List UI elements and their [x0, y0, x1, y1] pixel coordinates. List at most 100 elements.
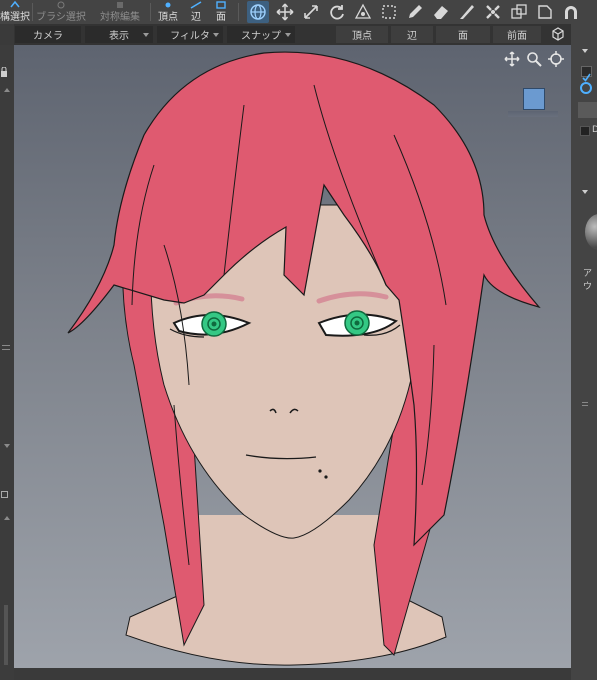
toolbar-separator — [150, 3, 151, 21]
view-cube-base — [508, 111, 558, 117]
collapse-triangle-icon[interactable] — [581, 189, 589, 195]
bridge-icon — [486, 5, 500, 19]
frame-button[interactable] — [548, 51, 564, 67]
vertex-component-button[interactable]: 頂点 — [336, 26, 388, 43]
select-mode-label: 構選択 — [0, 12, 30, 23]
3d-viewport[interactable] — [14, 45, 571, 668]
eraser-icon — [434, 6, 448, 19]
filter-menu-label: フィルタ — [170, 31, 210, 42]
arch-tool[interactable] — [560, 1, 582, 23]
arch-icon — [565, 6, 577, 19]
front-face-button[interactable]: 前面 — [493, 26, 541, 43]
face-mode-button[interactable]: 面 — [210, 0, 232, 24]
loop-tool[interactable] — [534, 1, 556, 23]
viewport-menu-bar: カメラ 表示 フィルタ スナップ 頂点 辺 面 前面 — [14, 24, 571, 45]
brush-select-label: ブラシ選択 — [36, 12, 86, 23]
edge-component-label: 辺 — [407, 31, 417, 42]
material-preview-sphere[interactable] — [585, 214, 597, 250]
viewport-bottom-strip — [14, 668, 571, 680]
snap-menu-label: スナップ — [241, 31, 281, 42]
symmetry-icon — [117, 2, 123, 8]
frame-icon — [548, 51, 564, 67]
di-label: Di — [592, 125, 597, 135]
select-mode-button[interactable]: 構選択 — [0, 0, 30, 24]
scale-icon — [304, 5, 318, 19]
rotate-icon — [330, 5, 344, 20]
toolbar-separator — [238, 3, 239, 21]
ao-label: アウ — [583, 269, 593, 292]
mole — [318, 469, 322, 473]
scrollbar-track[interactable] — [4, 605, 8, 665]
zoom-button[interactable] — [526, 51, 542, 67]
brush-select-button[interactable]: ブラシ選択 — [36, 0, 86, 24]
edge-mode-button[interactable]: 辺 — [186, 0, 206, 24]
bridge-tool[interactable] — [482, 1, 504, 23]
face-mode-label: 面 — [216, 12, 226, 23]
vertex-component-label: 頂点 — [352, 31, 372, 42]
top-toolbar: 構選択 ブラシ選択 対称編集 頂点 辺 面 — [0, 0, 597, 24]
scale-tool[interactable] — [300, 1, 322, 23]
di-checkbox[interactable] — [580, 126, 590, 136]
chevron-down-icon — [213, 33, 219, 37]
front-face-label: 前面 — [507, 31, 527, 42]
extrude-tool[interactable] — [508, 1, 530, 23]
display-menu[interactable]: 表示 — [85, 26, 153, 43]
symmetry-edit-button[interactable]: 対称編集 — [98, 0, 142, 24]
face-icon — [216, 1, 226, 9]
marquee-tool[interactable] — [378, 1, 400, 23]
eraser-tool[interactable] — [430, 1, 452, 23]
scroll-up-icon[interactable] — [3, 515, 11, 521]
pencil-icon — [409, 5, 422, 18]
pivot-icon — [354, 3, 372, 19]
left-tool-strip — [0, 45, 14, 680]
knife-tool[interactable] — [456, 1, 478, 23]
pan-button[interactable] — [504, 51, 520, 67]
scroll-down-icon[interactable] — [3, 443, 11, 449]
snap-menu[interactable]: スナップ — [227, 26, 295, 43]
loop-icon — [538, 5, 552, 19]
edge-component-button[interactable]: 辺 — [391, 26, 433, 43]
cube-icon — [552, 27, 564, 41]
drag-handle-icon[interactable] — [582, 402, 588, 408]
chevron-down-icon — [285, 33, 291, 37]
marquee-icon — [382, 5, 396, 19]
face-component-button[interactable]: 面 — [436, 26, 490, 43]
world-space-tool[interactable] — [247, 1, 269, 23]
strip-marker — [2, 349, 10, 350]
brush-icon — [57, 1, 65, 9]
checkmark-icon — [582, 73, 591, 82]
radio-button[interactable] — [580, 82, 592, 94]
mole — [324, 475, 328, 479]
scroll-up-icon[interactable] — [3, 87, 11, 93]
toolbar-separator — [32, 3, 33, 21]
zoom-icon — [527, 52, 542, 67]
display-menu-label: 表示 — [109, 31, 129, 42]
pencil-tool[interactable] — [404, 1, 426, 23]
right-panel: Di アウ — [571, 24, 597, 680]
camera-menu[interactable]: カメラ — [15, 26, 81, 43]
symmetry-edit-label: 対称編集 — [100, 12, 140, 23]
color-swatch[interactable] — [578, 102, 597, 118]
rotate-tool[interactable] — [326, 1, 348, 23]
collapse-triangle-icon[interactable] — [581, 48, 589, 54]
chevron-down-icon — [143, 33, 149, 37]
wireframe-cube-button[interactable] — [548, 24, 568, 44]
move-tool[interactable] — [274, 1, 296, 23]
filter-menu[interactable]: フィルタ — [157, 26, 223, 43]
pan-icon — [504, 51, 520, 67]
small-box-icon[interactable] — [1, 491, 8, 498]
knife-icon — [460, 5, 474, 19]
pivot-tool[interactable] — [352, 1, 374, 23]
select-arrow-icon — [10, 1, 20, 8]
vertex-mode-label: 頂点 — [158, 12, 178, 23]
edge-mode-label: 辺 — [191, 12, 201, 23]
world-space-icon — [250, 4, 266, 20]
view-cube[interactable] — [523, 88, 545, 110]
visibility-checkbox[interactable] — [581, 66, 592, 82]
edge-icon — [190, 1, 202, 9]
face-component-label: 面 — [458, 31, 468, 42]
lock-icon — [1, 67, 7, 77]
extrude-icon — [511, 4, 527, 19]
vertex-mode-button[interactable]: 頂点 — [155, 0, 181, 24]
vertex-icon — [165, 2, 171, 8]
